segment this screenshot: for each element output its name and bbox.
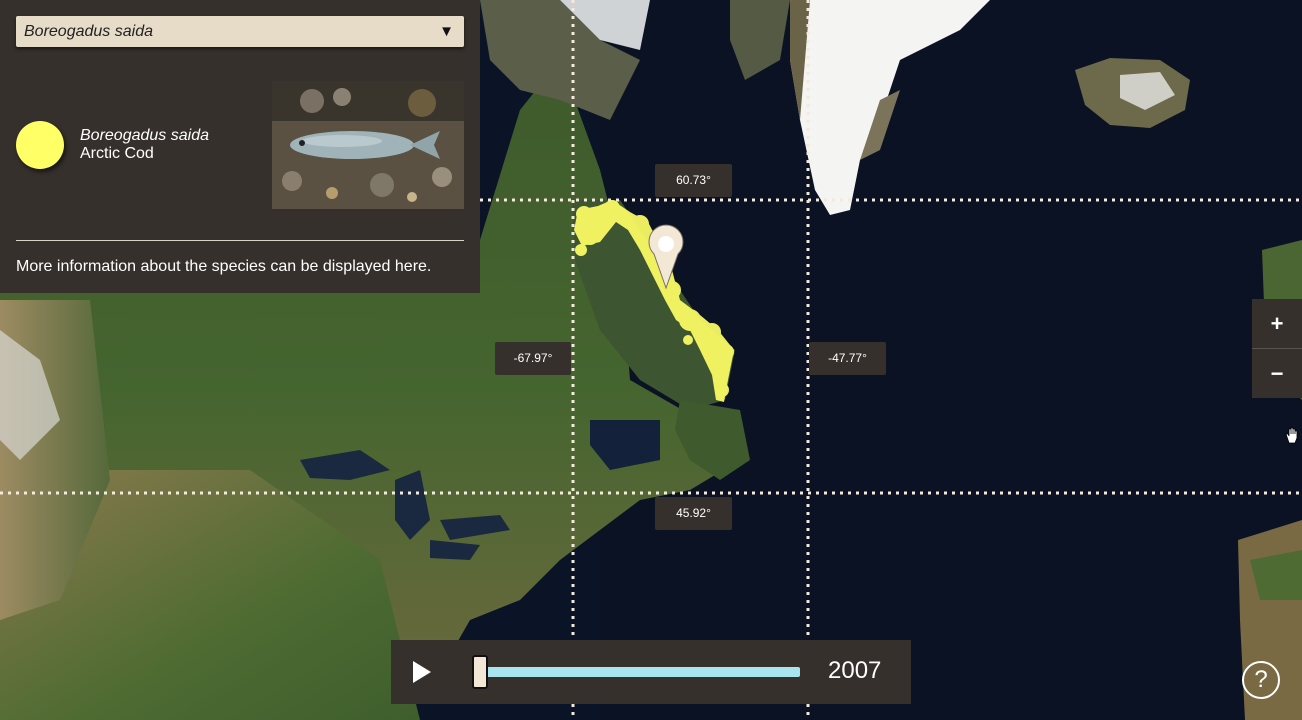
species-common-name: Arctic Cod bbox=[80, 145, 154, 162]
species-photo bbox=[272, 81, 464, 209]
species-color-swatch bbox=[16, 121, 64, 169]
species-select[interactable]: Boreogadus saida ▼ bbox=[16, 16, 464, 47]
timeline-slider-track[interactable] bbox=[474, 667, 800, 677]
hand-cursor-icon bbox=[1285, 427, 1298, 444]
help-icon[interactable]: ? bbox=[1242, 661, 1280, 699]
south-bound-label: 45.92° bbox=[655, 497, 732, 530]
panel-divider bbox=[16, 240, 464, 241]
species-select-value: Boreogadus saida bbox=[24, 23, 153, 40]
timeline-year: 2007 bbox=[828, 657, 882, 684]
north-bound-label: 60.73° bbox=[655, 164, 732, 197]
east-bound-label: -47.77° bbox=[809, 342, 886, 375]
species-scientific-name: Boreogadus saida bbox=[80, 127, 209, 144]
zoom-in-button[interactable]: + bbox=[1252, 299, 1302, 348]
timeline-slider-thumb[interactable] bbox=[472, 655, 488, 689]
species-panel: Boreogadus saida ▼ Boreogadus saida Arct… bbox=[0, 0, 480, 293]
zoom-out-button[interactable]: − bbox=[1252, 349, 1302, 398]
species-info-text: More information about the species can b… bbox=[16, 258, 432, 275]
play-icon[interactable] bbox=[409, 659, 435, 685]
chevron-down-icon: ▼ bbox=[439, 23, 454, 40]
zoom-control: + − bbox=[1252, 299, 1302, 398]
west-bound-label: -67.97° bbox=[495, 342, 571, 375]
